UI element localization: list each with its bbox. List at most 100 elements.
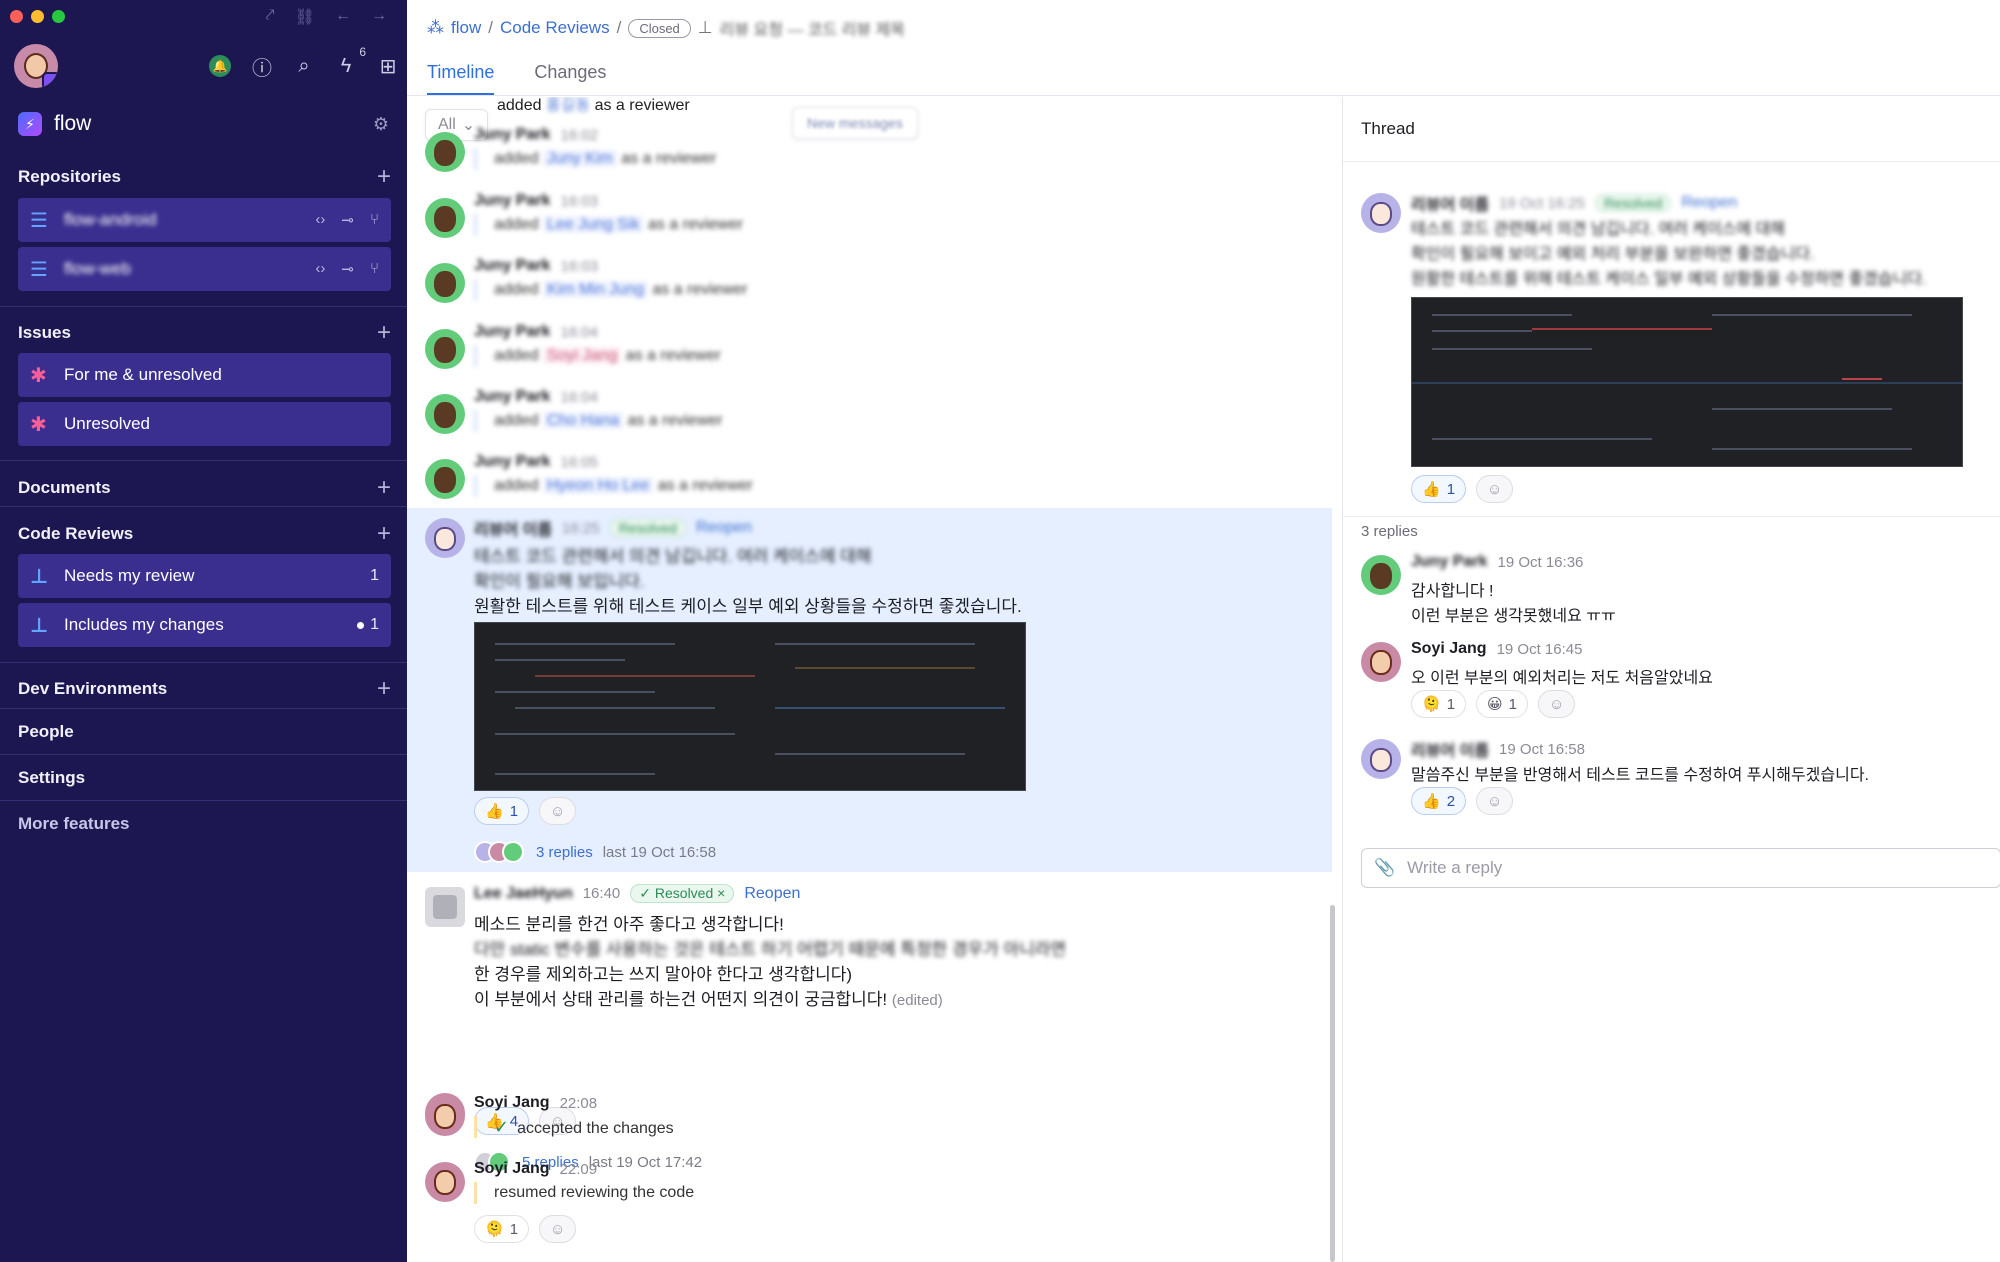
author-name[interactable]: 리뷰어 이름 <box>474 516 552 540</box>
add-reaction-button[interactable]: ☺ <box>539 1215 577 1243</box>
new-item-icon[interactable]: ⊞ <box>377 55 399 78</box>
author-name[interactable]: 리뷰어 이름 <box>1411 191 1489 215</box>
thumbs-up-reaction[interactable]: 👍 1 <box>474 797 530 825</box>
resolved-badge: ✓ Resolved × <box>630 884 735 903</box>
emoji-reaction[interactable]: 🫠 1 <box>474 1215 530 1243</box>
lightning-icon[interactable]: ϟ6 <box>335 45 366 77</box>
emoji-reaction[interactable]: 🫠 1 <box>1411 690 1467 718</box>
avatar[interactable] <box>1361 739 1401 779</box>
author-name[interactable]: Soyi Jang <box>1411 640 1487 658</box>
author-name[interactable]: Juny Park <box>1411 553 1487 571</box>
commit-icon[interactable]: ⊸ <box>341 260 354 278</box>
issues-unresolved-item[interactable]: ✱ Unresolved <box>18 402 391 446</box>
section-dev-environments[interactable]: Dev Environments + <box>18 675 391 703</box>
section-repositories[interactable]: Repositories + <box>18 163 391 191</box>
author-name[interactable]: Juny Park <box>474 126 550 144</box>
author-name[interactable]: Soyi Jang <box>474 1094 550 1112</box>
author-name[interactable]: Juny Park <box>474 257 550 275</box>
section-settings[interactable]: Settings <box>18 768 391 788</box>
avatar[interactable] <box>425 887 465 927</box>
close-window-button[interactable] <box>10 10 23 23</box>
new-messages-button[interactable]: New messages <box>792 107 918 139</box>
avatar[interactable] <box>425 518 465 558</box>
author-name[interactable]: Lee JaeHyun <box>474 885 573 903</box>
section-title: People <box>18 722 74 741</box>
author-name[interactable]: Juny Park <box>474 323 550 341</box>
my-avatar[interactable] <box>14 44 58 88</box>
includes-my-changes-item[interactable]: ⊥ Includes my changes 1 <box>18 603 391 647</box>
code-screenshot-image[interactable] <box>1411 297 1963 467</box>
grinning-face-icon: 😀 <box>1487 696 1503 713</box>
section-code-reviews[interactable]: Code Reviews + <box>18 520 391 548</box>
author-name[interactable]: Juny Park <box>474 192 550 210</box>
avatar[interactable] <box>425 1162 465 1202</box>
avatar[interactable] <box>1361 642 1401 682</box>
message-text: 감사합니다 ! <box>1411 583 1494 600</box>
avatar[interactable] <box>425 263 465 303</box>
reopen-link[interactable]: Reopen <box>1681 194 1737 212</box>
avatar[interactable] <box>425 198 465 238</box>
reopen-link[interactable]: Reopen <box>696 519 752 537</box>
avatar[interactable] <box>425 459 465 499</box>
add-issue-icon[interactable]: + <box>377 319 391 347</box>
code-icon[interactable]: ‹› <box>315 260 325 278</box>
reopen-link[interactable]: Reopen <box>744 885 800 903</box>
repo-name: flow-web <box>64 259 132 278</box>
add-dev-env-icon[interactable]: + <box>377 675 391 703</box>
add-reaction-button[interactable]: ☺ <box>1476 787 1514 815</box>
repo-item[interactable]: ☰ flow-web ‹› ⊸ ⑂ <box>18 247 391 291</box>
mention[interactable]: 홍길동 <box>546 97 590 114</box>
add-document-icon[interactable]: + <box>377 474 391 502</box>
add-reaction-button[interactable]: ☺ <box>539 797 577 825</box>
external-link-icon[interactable]: ⤤ <box>266 7 275 27</box>
floating-label: New messages <box>807 115 903 131</box>
help-icon[interactable]: ⓘ <box>251 55 273 80</box>
section-people[interactable]: People <box>18 722 391 742</box>
avatar[interactable] <box>425 1096 465 1136</box>
add-review-icon[interactable]: + <box>377 520 391 548</box>
back-icon[interactable]: ← <box>335 7 351 27</box>
avatar[interactable] <box>425 329 465 369</box>
author-name[interactable]: Juny Park <box>474 453 550 471</box>
section-documents[interactable]: Documents + <box>18 474 391 502</box>
issues-for-me-item[interactable]: ✱ For me & unresolved <box>18 353 391 397</box>
emoji-reaction[interactable]: 😀 1 <box>1476 690 1529 718</box>
branch-icon[interactable]: ⑂ <box>370 260 379 278</box>
thumbs-up-reaction[interactable]: 👍 1 <box>1411 475 1467 503</box>
branch-icon[interactable]: ⑂ <box>370 211 379 229</box>
forward-icon[interactable]: → <box>371 7 387 27</box>
section-issues[interactable]: Issues + <box>18 319 391 347</box>
author-name[interactable]: Soyi Jang <box>474 1160 550 1178</box>
add-repository-icon[interactable]: + <box>377 163 391 191</box>
repo-item[interactable]: ☰ flow-android ‹› ⊸ ⑂ <box>18 198 391 242</box>
link-icon[interactable]: ⛓ <box>295 7 315 27</box>
avatar[interactable] <box>425 132 465 172</box>
avatar[interactable] <box>1361 555 1401 595</box>
maximize-window-button[interactable] <box>52 10 65 23</box>
commit-icon[interactable]: ⊸ <box>341 211 354 229</box>
section-more-features[interactable]: More features <box>18 814 391 834</box>
notifications-icon[interactable]: 🔔 <box>209 55 231 77</box>
reactions: 👍 1 ☺ <box>1411 475 1514 503</box>
add-emoji-icon: ☺ <box>550 802 566 820</box>
add-reaction-button[interactable]: ☺ <box>1538 690 1576 718</box>
needs-my-review-item[interactable]: ⊥ Needs my review 1 <box>18 554 391 598</box>
avatar[interactable] <box>1361 193 1401 233</box>
timeline-scrollbar[interactable] <box>1330 905 1335 1262</box>
code-screenshot-image[interactable] <box>474 622 1026 791</box>
timestamp: 16:03 <box>560 257 599 275</box>
reply-input[interactable]: 📎 Write a reply <box>1361 848 2000 888</box>
avatar[interactable] <box>425 394 465 434</box>
replies-link[interactable]: 3 replies <box>536 844 593 861</box>
settings-sliders-icon[interactable]: ⚙ <box>373 114 389 135</box>
minimize-window-button[interactable] <box>31 10 44 23</box>
code-icon[interactable]: ‹› <box>315 211 325 229</box>
author-name[interactable]: 리뷰어 이름 <box>1411 737 1489 761</box>
search-icon[interactable]: ⌕ <box>293 55 315 77</box>
add-reaction-button[interactable]: ☺ <box>1476 475 1514 503</box>
thumbs-up-reaction[interactable]: 👍 2 <box>1411 787 1467 815</box>
replies-summary[interactable]: 3 replies last 19 Oct 16:58 <box>474 841 716 863</box>
paperclip-icon[interactable]: 📎 <box>1374 858 1395 878</box>
author-name[interactable]: Juny Park <box>474 388 550 406</box>
project-switcher[interactable]: ⚡ flow ⚙ <box>18 112 389 136</box>
